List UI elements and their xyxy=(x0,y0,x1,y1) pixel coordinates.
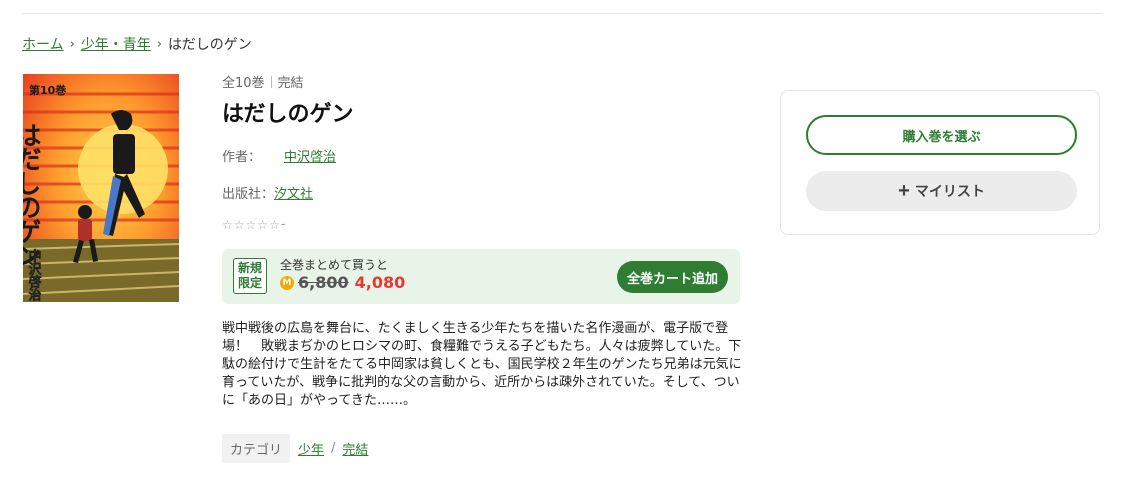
author-link[interactable]: 中沢啓治 xyxy=(284,146,336,165)
add-to-mylist-button[interactable]: + マイリスト xyxy=(806,171,1077,211)
category-separator: / xyxy=(331,441,336,456)
cover-title-text: はだしのゲン xyxy=(23,122,41,266)
publisher-label: 出版社： xyxy=(222,187,275,202)
book-title: はだしのゲン xyxy=(222,102,354,127)
purchase-panel: 購入巻を選ぶ + マイリスト xyxy=(780,90,1100,235)
completion-status: 完結 xyxy=(277,76,304,91)
divider xyxy=(270,75,272,88)
book-cover-image[interactable]: 第10巻 はだしのゲン 中沢啓治 xyxy=(23,74,179,302)
breadcrumb: ホーム › 少年・青年 › はだしのゲン xyxy=(22,34,252,54)
header-divider xyxy=(22,13,1102,14)
book-description: 戦中戦後の広島を舞台に、たくましく生きる少年たちを描いた名作漫画が、電子版で登場… xyxy=(222,321,742,408)
category-link-completed[interactable]: 完結 xyxy=(342,439,368,458)
original-price: 6,800 xyxy=(298,273,349,292)
cover-author-text: 中沢啓治 xyxy=(26,248,42,302)
volume-status: 全10巻 完結 xyxy=(222,72,304,91)
author-label: 作者： xyxy=(222,150,262,165)
author-row: 作者： 中沢啓治 xyxy=(222,146,336,165)
badge-text: 新規 限定 xyxy=(237,261,262,290)
new-user-badge: 新規 限定 xyxy=(233,258,267,294)
cover-volume-text: 第10巻 xyxy=(29,83,67,97)
coin-icon: M xyxy=(280,275,294,290)
rating-value: - xyxy=(280,217,286,232)
breadcrumb-home-link[interactable]: ホーム xyxy=(22,34,64,54)
select-volumes-button[interactable]: 購入巻を選ぶ xyxy=(806,115,1077,155)
add-all-to-cart-button[interactable]: 全巻カート追加 xyxy=(617,261,728,293)
rating: ☆☆☆☆☆ - xyxy=(222,217,286,232)
chevron-right-icon: › xyxy=(69,36,75,52)
volume-count: 全10巻 xyxy=(222,76,265,91)
category-list: カテゴリ 少年 / 完結 xyxy=(222,434,368,463)
promo-lead-text: 全巻まとめて買うと xyxy=(280,258,389,272)
chevron-right-icon: › xyxy=(156,36,162,52)
promo-prices: M 6,800 4,080 xyxy=(280,273,405,292)
mylist-label: マイリスト xyxy=(914,183,985,199)
plus-icon: + xyxy=(898,180,910,202)
breadcrumb-category-link[interactable]: 少年・青年 xyxy=(81,34,151,54)
discount-price: 4,080 xyxy=(354,273,406,292)
rating-stars-icon: ☆☆☆☆☆ xyxy=(222,217,281,232)
category-link-shonen[interactable]: 少年 xyxy=(298,439,324,458)
bulk-purchase-promo: 新規 限定 全巻まとめて買うと M 6,800 4,080 全巻カート追加 xyxy=(222,249,740,304)
category-label: カテゴリ xyxy=(222,434,291,463)
publisher-row: 出版社： 汐文社 xyxy=(222,183,313,202)
breadcrumb-current: はだしのゲン xyxy=(168,37,252,53)
publisher-link[interactable]: 汐文社 xyxy=(274,183,313,202)
